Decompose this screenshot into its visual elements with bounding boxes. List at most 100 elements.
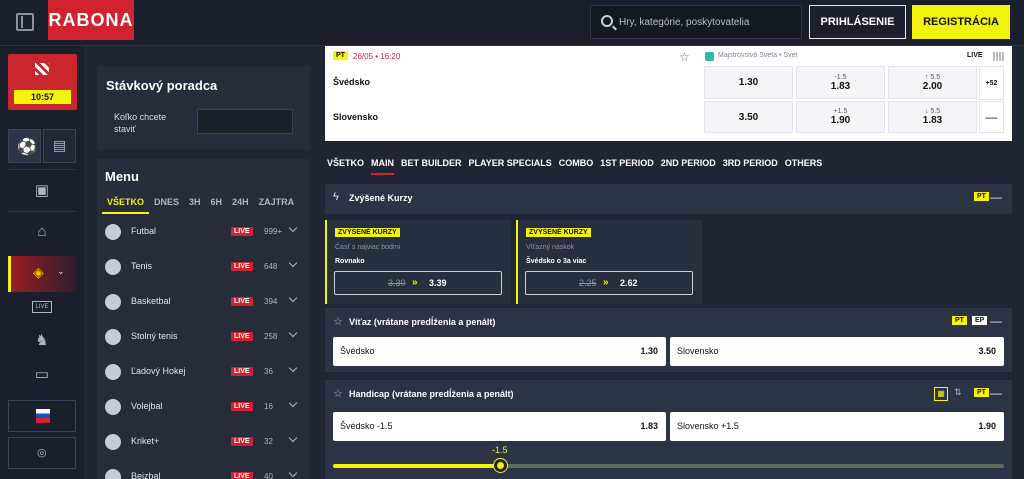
stake-amount-input[interactable] <box>197 109 293 134</box>
market-tab-others[interactable]: OTHERS <box>785 157 823 175</box>
league-name[interactable]: Majstrovstvá Sveta • Svet <box>718 52 797 59</box>
market-tab-combo[interactable]: COMBO <box>559 157 594 175</box>
boost-odds-button[interactable]: 3.30 » 3.39 <box>334 271 502 295</box>
sport-row[interactable]: Volejbal LIVE 16 <box>97 390 310 425</box>
support-button[interactable]: ◎ <box>8 437 76 469</box>
boost-tag: ZVÝŠENÉ KURZY <box>335 228 400 237</box>
odd-home-handicap[interactable]: -1.5 1.83 <box>796 66 885 99</box>
tab-3h[interactable]: 3H <box>184 196 206 214</box>
bet-label: Slovensko +1.5 <box>677 421 739 431</box>
bet-label: Švédsko <box>340 346 375 356</box>
market-tab-bet-builder[interactable]: BET BUILDER <box>401 157 462 175</box>
market-tab-1st-period[interactable]: 1ST PERIOD <box>600 157 654 175</box>
collapse-icon[interactable]: — <box>990 386 1002 400</box>
section-title: Handicap (vrátane predĺženia a penált) <box>349 389 514 399</box>
chevron-down-icon[interactable] <box>288 223 298 233</box>
stats-bars-icon[interactable] <box>993 52 1005 61</box>
sports-toggle[interactable]: ⚽ <box>8 129 41 163</box>
odd-value: 1.83 <box>922 115 943 126</box>
odd-away-handicap[interactable]: +1.5 1.90 <box>796 101 885 133</box>
sidebar-toggle-icon[interactable] <box>16 13 34 31</box>
event-count: 648 <box>264 262 278 271</box>
event-count: 394 <box>264 297 278 306</box>
sport-row[interactable]: Bejzbal LIVE 40 <box>97 460 310 479</box>
logo[interactable]: RABONA <box>48 0 134 40</box>
chevron-down-icon[interactable] <box>288 433 298 443</box>
more-markets-button[interactable]: +52 <box>979 66 1004 100</box>
tab-tomorrow[interactable]: ZAJTRA <box>254 196 300 214</box>
chevron-down-icon[interactable] <box>288 398 298 408</box>
login-button[interactable]: PRIHLÁSENIE <box>809 5 906 39</box>
tab-24h[interactable]: 24H <box>227 196 254 214</box>
bet-odd: 1.83 <box>640 421 658 431</box>
tab-today[interactable]: DNES <box>149 196 184 214</box>
sport-row[interactable]: Stolný tenis LIVE 258 <box>97 320 310 355</box>
chevron-down-icon[interactable] <box>288 363 298 373</box>
odd-line: ↓ 5.5 <box>924 108 941 115</box>
chevron-down-icon[interactable] <box>288 258 298 268</box>
star-icon[interactable]: ☆ <box>333 315 343 328</box>
boosted-odds-header[interactable]: ϟ Zvýšené Kurzy PT — <box>325 184 1012 214</box>
collapse-button[interactable]: — <box>979 101 1004 133</box>
rail-item-sports-active[interactable]: ◈ ⌄ <box>8 256 76 292</box>
odd-under[interactable]: ↓ 5.5 1.83 <box>888 101 977 133</box>
market-tab-3rd-period[interactable]: 3RD PERIOD <box>723 157 778 175</box>
bet-handicap-home[interactable]: Švédsko -1.5 1.83 <box>333 412 666 441</box>
language-selector[interactable] <box>8 400 76 432</box>
tab-6h[interactable]: 6H <box>206 196 228 214</box>
top-header: RABONA PRIHLÁSENIE REGISTRÁCIA <box>0 0 1024 46</box>
search-input[interactable] <box>619 13 799 31</box>
headset-icon: ◎ <box>37 447 47 459</box>
favorite-star-icon[interactable]: ☆ <box>679 50 690 64</box>
match-card: PT 26/05 • 16:20 ☆ Majstrovstvá Sveta • … <box>325 46 1012 141</box>
market-tab-player-specials[interactable]: PLAYER SPECIALS <box>469 157 552 175</box>
chevron-down-icon[interactable] <box>288 293 298 303</box>
sport-row[interactable]: Futbal LIVE 999+ <box>97 215 310 250</box>
tab-all[interactable]: VŠETKO <box>102 196 150 214</box>
odd-over[interactable]: ↑ 5.5 2.00 <box>888 66 977 99</box>
star-icon[interactable]: ☆ <box>333 387 343 400</box>
horse-racing-icon[interactable]: ♞ <box>33 332 51 350</box>
market-tab-main[interactable]: MAIN <box>371 157 395 175</box>
live-label: LIVE <box>967 52 983 59</box>
sort-icon[interactable]: ⇅ <box>954 387 962 398</box>
virtual-sports-icon[interactable]: ▭ <box>33 366 51 384</box>
odd-value: 1.90 <box>830 115 851 126</box>
chevron-down-icon[interactable] <box>288 468 298 478</box>
market-tab-all[interactable]: VŠETKO <box>327 157 364 175</box>
sport-row[interactable]: Basketbal LIVE 394 <box>97 285 310 320</box>
new-odd: 3.39 <box>429 278 447 288</box>
collapse-icon[interactable]: — <box>990 314 1002 328</box>
promo-tile[interactable]: 10:57 <box>8 54 77 110</box>
search-box[interactable] <box>590 5 802 39</box>
event-count: 258 <box>264 332 278 341</box>
bet-odd: 3.50 <box>978 346 996 356</box>
market-tab-2nd-period[interactable]: 2ND PERIOD <box>661 157 716 175</box>
pt-badge: PT <box>952 316 967 325</box>
collapse-icon[interactable]: — <box>990 190 1002 204</box>
chevron-down-icon[interactable] <box>288 328 298 338</box>
sport-icon <box>105 469 121 479</box>
bet-handicap-away[interactable]: Slovensko +1.5 1.90 <box>670 412 1004 441</box>
sport-row[interactable]: Ľadový Hokej LIVE 36 <box>97 355 310 390</box>
sport-row[interactable]: Kriket+ LIVE 32 <box>97 425 310 460</box>
live-icon[interactable]: LIVE <box>32 301 52 313</box>
odd-home-win[interactable]: 1.30 <box>704 66 793 99</box>
menu-title: Menu <box>105 169 139 184</box>
sport-name: Bejzbal <box>131 471 161 479</box>
divider <box>8 211 76 212</box>
boost-odds-button[interactable]: 2.25 » 2.62 <box>525 271 693 295</box>
gift-icon[interactable]: ▣ <box>33 182 51 200</box>
event-count: 36 <box>264 367 273 376</box>
sport-name: Futbal <box>131 226 157 236</box>
bet-winner-home[interactable]: Švédsko 1.30 <box>333 337 666 366</box>
sport-icon <box>105 259 121 275</box>
register-button[interactable]: REGISTRÁCIA <box>912 5 1010 39</box>
odd-away-win[interactable]: 3.50 <box>704 101 793 133</box>
home-icon[interactable]: ⌂ <box>33 223 51 241</box>
sport-row[interactable]: Tenis LIVE 648 <box>97 250 310 285</box>
grid-view-icon[interactable]: ▦ <box>934 387 948 401</box>
bet-winner-away[interactable]: Slovensko 3.50 <box>670 337 1004 366</box>
betslip-toggle[interactable]: ▤ <box>43 129 76 163</box>
handicap-slider-thumb[interactable] <box>494 459 507 472</box>
